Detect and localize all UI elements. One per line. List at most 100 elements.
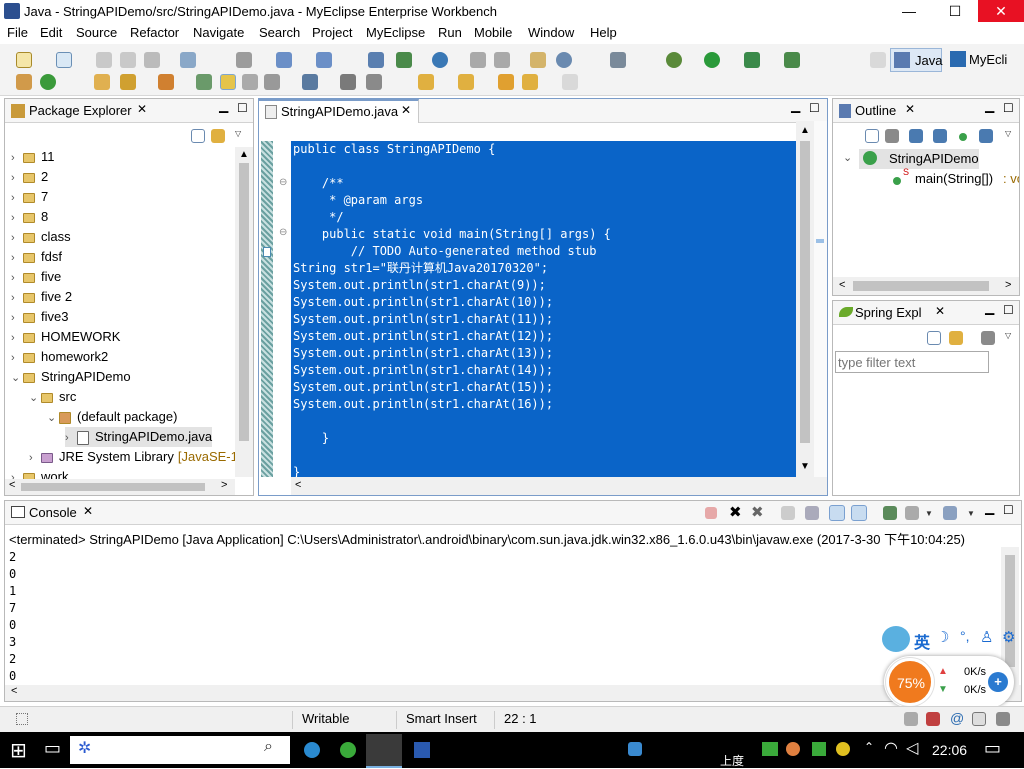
code-line[interactable]: System.out.println(str1.charAt(15)); — [293, 379, 796, 396]
taskbar-app-360-icon[interactable] — [340, 742, 356, 758]
annotation-icon[interactable] — [158, 74, 174, 90]
chevron-right-icon[interactable]: › — [11, 468, 23, 479]
debug-icon[interactable] — [666, 52, 682, 68]
tree-item[interactable]: › 11 — [11, 147, 55, 167]
class-outline-item[interactable]: StringAPIDemo — [859, 149, 979, 169]
perspective-myeclipse[interactable]: MyEcli — [948, 48, 1024, 72]
collapse-icon[interactable] — [865, 129, 879, 143]
code-line[interactable] — [293, 158, 796, 175]
code-line[interactable]: } — [293, 464, 796, 477]
camera-icon[interactable] — [610, 52, 626, 68]
scroll-thumb[interactable] — [239, 163, 249, 441]
back-history-icon[interactable] — [498, 74, 514, 90]
tree-item[interactable]: › JRE System Library [JavaSE-1 — [29, 447, 235, 467]
menu-help[interactable]: Help — [590, 25, 617, 40]
close-tab-icon[interactable]: ✕ — [401, 103, 411, 117]
code-line[interactable]: } — [293, 430, 796, 447]
outline-hscroll[interactable]: < > — [833, 277, 1019, 295]
shirt-icon[interactable]: ♙ — [980, 628, 993, 646]
punctuation-icon[interactable]: °, — [960, 628, 970, 644]
chevron-right-icon[interactable]: › — [11, 308, 23, 328]
minimize-editor-icon[interactable]: ▁ — [791, 99, 800, 113]
server-icon[interactable] — [368, 52, 384, 68]
pin-icon[interactable] — [302, 74, 318, 90]
show-whitespace-icon[interactable] — [264, 74, 280, 90]
spring-close-icon[interactable]: ✕ — [935, 304, 945, 318]
tree-item[interactable]: › HOMEWORK — [11, 327, 120, 347]
tree-item[interactable]: › StringAPIDemo.java — [65, 427, 213, 448]
scroll-lock-icon[interactable] — [805, 506, 819, 520]
menu-navigate[interactable]: Navigate — [193, 25, 244, 40]
browser-icon[interactable] — [396, 52, 412, 68]
editor-scroll-down-icon[interactable]: ▼ — [800, 461, 810, 472]
code-line[interactable] — [293, 447, 796, 464]
terminate-icon[interactable] — [705, 507, 717, 519]
code-line[interactable] — [293, 413, 796, 430]
display-console-dropdown-icon[interactable]: ▼ — [925, 509, 933, 518]
tree-item[interactable]: › 2 — [11, 167, 48, 187]
code-line[interactable]: System.out.println(str1.charAt(12)); — [293, 328, 796, 345]
spring-title[interactable]: Spring Expl — [855, 305, 921, 320]
hide-nonpublic-icon[interactable] — [959, 133, 967, 141]
tray-battery-icon[interactable] — [762, 742, 778, 756]
chevron-down-icon[interactable]: ⌄ — [47, 408, 59, 428]
down-arrow-icon[interactable] — [458, 74, 474, 90]
code-line[interactable]: * @param args — [293, 192, 796, 209]
perspective-java[interactable]: Java — [890, 48, 942, 72]
outline-title[interactable]: Outline — [855, 103, 896, 118]
new-wizard-icon[interactable] — [56, 52, 72, 68]
tray-shield-icon[interactable] — [628, 742, 642, 756]
minimize-view-icon[interactable]: ▁ — [219, 99, 228, 113]
remove-all-icon[interactable]: ✖ — [751, 503, 764, 521]
menu-search[interactable]: Search — [259, 25, 300, 40]
scroll-right-icon[interactable]: > — [221, 479, 227, 491]
console-maximize-icon[interactable]: ☐ — [1003, 503, 1014, 517]
code-area[interactable]: public class StringAPIDemo { /** * @para… — [291, 141, 796, 477]
code-line[interactable]: // TODO Auto-generated method stub — [293, 243, 796, 260]
forward-icon[interactable] — [562, 74, 578, 90]
console-close-icon[interactable]: ✕ — [83, 504, 93, 518]
new-server-icon[interactable] — [180, 52, 196, 68]
ime-language[interactable]: 英 — [914, 629, 930, 653]
console-title[interactable]: Console — [29, 505, 77, 520]
console-minimize-icon[interactable]: ▁ — [985, 501, 994, 515]
fold-icon[interactable]: ⊖ — [279, 177, 287, 188]
debug-web-icon[interactable] — [276, 52, 292, 68]
ime-mascot-icon[interactable] — [882, 626, 910, 652]
overview-marker[interactable] — [816, 239, 824, 243]
code-line[interactable]: System.out.println(str1.charAt(9)); — [293, 277, 796, 294]
spring-sort-icon[interactable] — [981, 331, 995, 345]
menu-myeclipse[interactable]: MyEclipse — [366, 25, 425, 40]
tree-item[interactable]: › class — [11, 227, 71, 247]
chevron-down-icon[interactable]: ⌄ — [11, 368, 23, 388]
undeploy-icon[interactable] — [494, 52, 510, 68]
spring-collapse-icon[interactable] — [927, 331, 941, 345]
taskbar-app-myeclipse-icon[interactable] — [366, 734, 402, 768]
chevron-right-icon[interactable]: › — [65, 428, 77, 448]
package-icon[interactable] — [16, 74, 32, 90]
outline-scroll-left-icon[interactable]: < — [839, 279, 845, 291]
tree-item[interactable]: › five 2 — [11, 287, 72, 307]
pen-icon[interactable] — [120, 74, 136, 90]
method-name[interactable]: main(String[]) — [915, 171, 993, 186]
tree-item[interactable]: › work — [11, 467, 68, 479]
collapse-all-icon[interactable] — [191, 129, 205, 143]
back-icon[interactable] — [522, 74, 538, 90]
network-widget[interactable]: 75% ▲ 0K/s ▼ 0K/s + — [884, 656, 1014, 708]
chevron-right-icon[interactable]: › — [11, 248, 23, 268]
class-chevron-icon[interactable]: ⌄ — [843, 151, 855, 164]
tree-item[interactable]: › five3 — [11, 307, 68, 327]
editor-scroll-thumb[interactable] — [800, 141, 810, 443]
code-line[interactable]: System.out.println(str1.charAt(13)); — [293, 345, 796, 362]
code-line[interactable]: String str1="联丹计算机Java20170320"; — [293, 260, 796, 277]
link-editor-icon[interactable] — [211, 129, 225, 143]
console-hscroll[interactable]: < — [5, 685, 1021, 701]
close-view-icon[interactable]: ✕ — [137, 102, 147, 116]
outline-hscroll-thumb[interactable] — [853, 281, 989, 291]
run-config-icon[interactable] — [744, 52, 760, 68]
code-line[interactable]: /** — [293, 175, 796, 192]
tray-plus-icon[interactable] — [836, 742, 850, 756]
menu-edit[interactable]: Edit — [40, 25, 62, 40]
tree-item[interactable]: › 7 — [11, 187, 48, 207]
notification-icon[interactable]: ▭ — [984, 738, 1001, 759]
